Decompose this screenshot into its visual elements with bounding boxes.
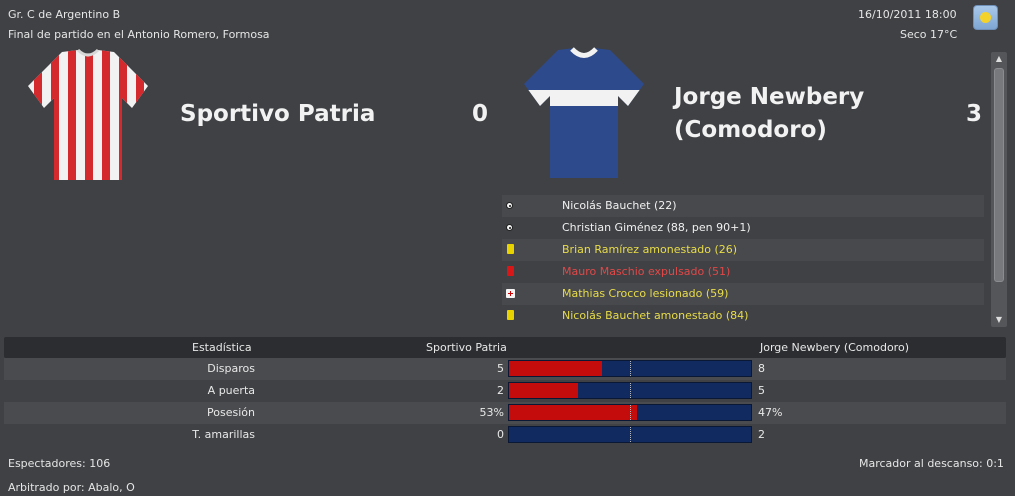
event-row: Nicolás Bauchet (22) <box>502 195 984 217</box>
home-kit-icon <box>28 48 148 180</box>
red-card-icon <box>507 266 514 276</box>
event-text[interactable]: Christian Giménez (88, pen 90+1) <box>562 217 751 239</box>
stat-bar-home-fill <box>509 383 579 398</box>
stat-row: A puerta 2 5 <box>4 380 1006 402</box>
stat-bar <box>508 360 752 377</box>
ball-icon <box>506 202 513 209</box>
stat-home-value: 53% <box>479 406 504 419</box>
stat-bar-home-fill <box>509 361 603 376</box>
competition-name[interactable]: Gr. C de Argentino B <box>8 8 120 21</box>
stats-away-team[interactable]: Jorge Newbery (Comodoro) <box>760 337 909 358</box>
events-scrollbar[interactable]: ▲ ▼ <box>991 52 1007 327</box>
stats-header-label: Estadística <box>192 341 252 354</box>
injury-icon <box>506 289 515 298</box>
away-team-name-line2: (Comodoro) <box>674 117 827 143</box>
attendance: Espectadores: 106 <box>8 457 111 470</box>
stat-bar <box>508 404 752 421</box>
venue-text: Final de partido en el Antonio Romero, F… <box>8 28 270 41</box>
stat-home-value: 5 <box>497 362 504 375</box>
ball-icon <box>506 224 513 231</box>
scroll-down-icon[interactable]: ▼ <box>991 313 1007 327</box>
event-row: Brian Ramírez amonestado (26) <box>502 239 984 261</box>
stat-home-value: 2 <box>497 384 504 397</box>
home-score: 0 <box>472 101 489 127</box>
event-row: Mathias Crocco lesionado (59) <box>502 283 984 305</box>
event-row: Nicolás Bauchet amonestado (84) <box>502 305 984 327</box>
stat-row: Posesión 53% 47% <box>4 402 1006 424</box>
stat-label: T. amarillas <box>192 428 255 441</box>
away-kit-icon <box>524 47 644 178</box>
event-text[interactable]: Mauro Maschio expulsado (51) <box>562 261 730 283</box>
away-team-name-line1: Jorge Newbery <box>674 84 865 110</box>
stat-bar-home-fill <box>509 405 638 420</box>
event-row: Christian Giménez (88, pen 90+1) <box>502 217 984 239</box>
stat-bar <box>508 426 752 443</box>
stat-away-value: 5 <box>758 384 765 397</box>
weather-text: Seco 17°C <box>900 28 958 41</box>
event-text[interactable]: Mathias Crocco lesionado (59) <box>562 283 728 305</box>
stat-away-value: 2 <box>758 428 765 441</box>
scroll-thumb[interactable] <box>994 68 1004 282</box>
stats-header: Estadística Sportivo Patria Jorge Newber… <box>4 337 1006 358</box>
stat-label: Disparos <box>207 362 255 375</box>
yellow-card-icon <box>507 310 514 320</box>
stat-label: A puerta <box>207 384 255 397</box>
stat-bar <box>508 382 752 399</box>
event-text[interactable]: Brian Ramírez amonestado (26) <box>562 239 737 261</box>
home-team-name[interactable]: Sportivo Patria <box>180 98 375 131</box>
event-text[interactable]: Nicolás Bauchet (22) <box>562 195 677 217</box>
match-datetime: 16/10/2011 18:00 <box>858 8 957 21</box>
stat-away-value: 8 <box>758 362 765 375</box>
scroll-up-icon[interactable]: ▲ <box>991 52 1007 66</box>
yellow-card-icon <box>507 244 514 254</box>
event-row: Mauro Maschio expulsado (51) <box>502 261 984 283</box>
stats-home-team[interactable]: Sportivo Patria <box>426 337 507 358</box>
stat-row: Disparos 5 8 <box>4 358 1006 380</box>
stat-row: T. amarillas 0 2 <box>4 424 1006 446</box>
away-team-name[interactable]: Jorge Newbery (Comodoro) <box>674 81 864 147</box>
stat-label: Posesión <box>207 406 255 419</box>
referee[interactable]: Arbitrado por: Abalo, O <box>8 481 135 494</box>
sunny-icon <box>973 5 998 30</box>
away-score: 3 <box>966 101 983 127</box>
stat-home-value: 0 <box>497 428 504 441</box>
event-text[interactable]: Nicolás Bauchet amonestado (84) <box>562 305 748 327</box>
stat-away-value: 47% <box>758 406 783 419</box>
halftime-score: Marcador al descanso: 0:1 <box>859 457 1004 470</box>
